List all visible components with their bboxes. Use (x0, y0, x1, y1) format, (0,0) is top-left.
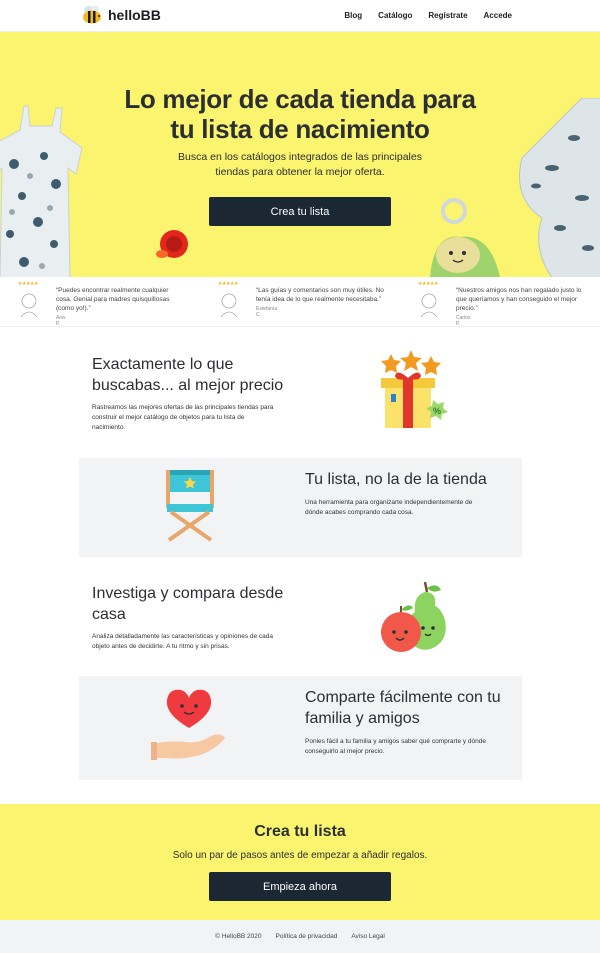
svg-text:%: % (433, 406, 441, 416)
main-nav: Blog Catálogo Regístrate Accede (344, 11, 512, 20)
gift-icon: % (381, 350, 448, 428)
hero-subtitle: Busca en los catálogos integrados de las… (178, 151, 422, 178)
logo-text: helloBB (108, 7, 161, 23)
feature-title: Investiga y compara desde casa (92, 585, 284, 623)
legal-notice-link[interactable]: Aviso Legal (351, 933, 385, 940)
feature-text: Ponles fácil a tu familia y amigos saber… (305, 738, 487, 755)
testimonial-author: Estefanía C. (256, 306, 278, 318)
rating-stars: ★★★★★ (418, 281, 438, 287)
nav-login[interactable]: Accede (484, 11, 512, 20)
fruits-icon (381, 582, 446, 652)
testimonials-strip: ★★★★★ “Puedes encontrar realmente cualqu… (0, 277, 600, 327)
cta-section: Crea tu lista Solo un par de pasos antes… (0, 804, 600, 920)
heart-hand-icon (151, 689, 225, 760)
avatar-icon (20, 293, 38, 317)
hero-title: Lo mejor de cada tienda para tu lista de… (124, 84, 476, 144)
feature-compare: Investiga y compara desde casa Analiza d… (79, 566, 522, 671)
avatar-icon (220, 293, 238, 317)
testimonial-quote: “Nuestros amigos nos han regalado justo … (456, 287, 582, 312)
testimonial-author: Ana P. (56, 315, 65, 327)
feature-text: Rastreamos las mejores ofertas de las pr… (92, 404, 274, 431)
bee-icon (83, 5, 101, 24)
director-chair-icon (166, 470, 214, 542)
cta-title: Crea tu lista (254, 823, 346, 840)
site-footer: © HelloBB 2020 Política de privacidad Av… (0, 920, 600, 953)
feature-title: Tu lista, no la de la tienda (305, 471, 487, 488)
pacifier-image (156, 230, 188, 258)
testimonial-author: Carlos P. (456, 315, 471, 327)
create-list-button[interactable]: Crea tu lista (209, 197, 391, 226)
rating-stars: ★★★★★ (18, 281, 38, 287)
start-now-button[interactable]: Empieza ahora (209, 872, 391, 901)
feature-best-price: Exactamente lo que buscabas... al mejor … (79, 336, 522, 448)
nav-register[interactable]: Regístrate (428, 11, 467, 20)
feature-share: Comparte fácilmente con tu familia y ami… (79, 676, 522, 780)
feature-text: Una herramienta para organizarte indepen… (305, 499, 473, 516)
testimonial-quote: “Las guías y comentarios son muy útiles.… (256, 287, 384, 303)
testimonial-quote: “Puedes encontrar realmente cualquier co… (56, 287, 170, 312)
feature-text: Analiza detalladamente las característic… (92, 633, 274, 650)
hero-section: Lo mejor de cada tienda para tu lista de… (0, 32, 600, 277)
feature-title: Exactamente lo que buscabas... al mejor … (92, 356, 284, 394)
feature-title: Comparte fácilmente con tu familia y ami… (305, 689, 501, 727)
privacy-policy-link[interactable]: Política de privacidad (276, 933, 338, 940)
site-header: helloBB Blog Catálogo Regístrate Accede (0, 0, 600, 32)
copyright: © HelloBB 2020 (215, 933, 262, 940)
logo[interactable]: helloBB (80, 5, 161, 25)
avatar-icon (420, 293, 438, 317)
teether-toy-image (430, 198, 500, 277)
nav-catalog[interactable]: Catálogo (378, 11, 412, 20)
nav-blog[interactable]: Blog (344, 11, 362, 20)
cta-subtitle: Solo un par de pasos antes de empezar a … (172, 850, 428, 861)
feature-your-list: Tu lista, no la de la tienda Una herrami… (79, 458, 522, 557)
rating-stars: ★★★★★ (218, 281, 238, 287)
